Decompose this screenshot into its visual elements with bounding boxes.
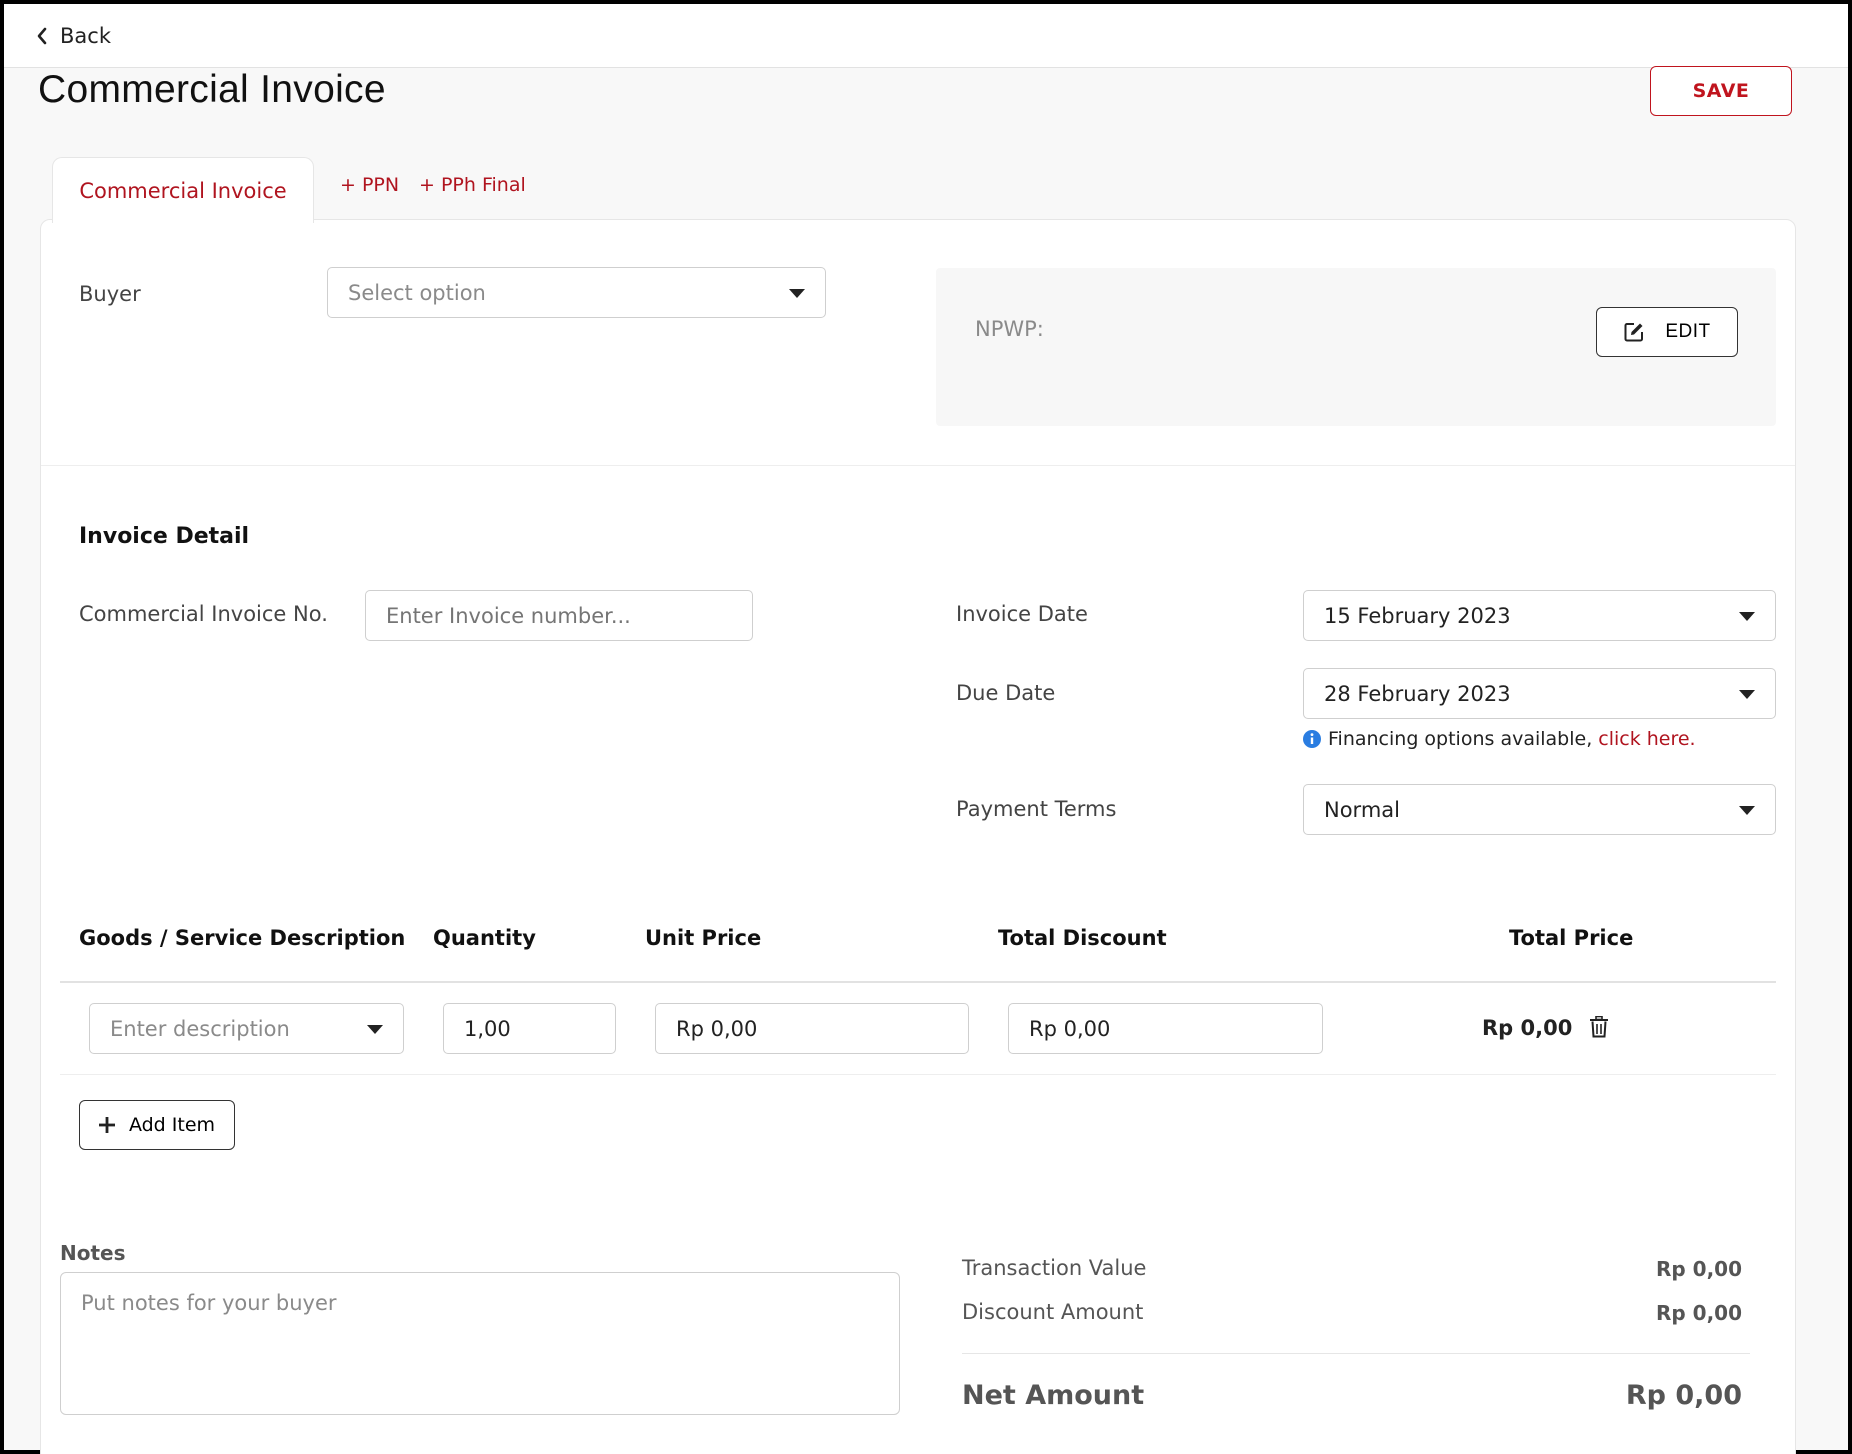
due-date-select[interactable]: 28 February 2023 (1303, 668, 1776, 719)
unit-price-value: Rp 0,00 (676, 1016, 758, 1041)
due-date-value: 28 February 2023 (1324, 681, 1511, 706)
add-item-button[interactable]: Add Item (79, 1100, 235, 1150)
caret-down-icon (789, 288, 805, 298)
notes-textarea[interactable]: Put notes for your buyer (60, 1272, 900, 1415)
summary-divider (962, 1353, 1750, 1354)
tab-commercial-invoice[interactable]: Commercial Invoice (52, 157, 314, 223)
back-button[interactable]: Back (36, 24, 111, 48)
npwp-label: NPWP: (975, 317, 1044, 341)
description-placeholder: Enter description (110, 1016, 290, 1041)
buyer-label: Buyer (79, 282, 141, 306)
notes-placeholder: Put notes for your buyer (81, 1291, 337, 1315)
info-icon (1303, 730, 1321, 748)
due-date-label: Due Date (956, 681, 1056, 705)
financing-link[interactable]: click here. (1598, 728, 1695, 750)
caret-down-icon (367, 1024, 383, 1034)
trash-icon[interactable] (1589, 1016, 1609, 1038)
buyer-select-placeholder: Select option (348, 280, 486, 305)
section-divider (41, 465, 1795, 466)
edit-icon (1624, 323, 1644, 342)
invoice-number-input[interactable] (365, 590, 753, 641)
transaction-value: Rp 0,00 (1655, 1257, 1742, 1281)
net-amount: Rp 0,00 (1625, 1380, 1742, 1411)
edit-label: EDIT (1665, 321, 1711, 342)
tab-pph-final[interactable]: + PPh Final (419, 174, 526, 196)
total-discount-value: Rp 0,00 (1029, 1016, 1111, 1041)
header-total-discount: Total Discount (998, 926, 1167, 950)
invoice-no-label: Commercial Invoice No. (79, 602, 328, 626)
payment-terms-label: Payment Terms (956, 797, 1117, 821)
discount-amount-label: Discount Amount (962, 1300, 1144, 1324)
net-amount-label: Net Amount (962, 1380, 1145, 1411)
tab-ppn[interactable]: + PPN (340, 174, 399, 196)
description-select[interactable]: Enter description (89, 1003, 404, 1054)
invoice-date-label: Invoice Date (956, 602, 1088, 626)
header-unit-price: Unit Price (645, 926, 762, 950)
total-price-value: Rp 0,00 (1482, 1016, 1573, 1040)
plus-icon (98, 1117, 115, 1133)
caret-down-icon (1739, 611, 1755, 621)
caret-down-icon (1739, 689, 1755, 699)
edit-button[interactable]: EDIT (1596, 307, 1738, 357)
table-header-divider (60, 981, 1776, 983)
notes-label: Notes (60, 1241, 126, 1265)
invoice-date-value: 15 February 2023 (1324, 603, 1511, 628)
unit-price-input[interactable]: Rp 0,00 (655, 1003, 969, 1054)
back-label: Back (60, 24, 111, 48)
quantity-value: 1,00 (464, 1016, 511, 1041)
invoice-detail-title: Invoice Detail (79, 524, 250, 549)
header-quantity: Quantity (433, 926, 536, 950)
chevron-left-icon (37, 27, 47, 45)
header-total-price: Total Price (1509, 926, 1634, 950)
page-title: Commercial Invoice (38, 68, 386, 111)
caret-down-icon (1739, 805, 1755, 815)
save-button[interactable]: SAVE (1650, 66, 1792, 116)
discount-amount: Rp 0,00 (1655, 1301, 1742, 1325)
financing-info: Financing options available, click here. (1302, 728, 1696, 750)
header-description: Goods / Service Description (79, 926, 406, 950)
quantity-input[interactable]: 1,00 (443, 1003, 616, 1054)
transaction-value-label: Transaction Value (962, 1256, 1147, 1280)
top-bar: Back (4, 4, 1848, 68)
buyer-select[interactable]: Select option (327, 267, 826, 318)
add-item-label: Add Item (128, 1114, 216, 1136)
payment-terms-value: Normal (1324, 797, 1400, 822)
table-row-divider (60, 1074, 1776, 1075)
financing-text: Financing options available, (1328, 728, 1593, 750)
total-discount-input[interactable]: Rp 0,00 (1008, 1003, 1323, 1054)
invoice-date-select[interactable]: 15 February 2023 (1303, 590, 1776, 641)
payment-terms-select[interactable]: Normal (1303, 784, 1776, 835)
